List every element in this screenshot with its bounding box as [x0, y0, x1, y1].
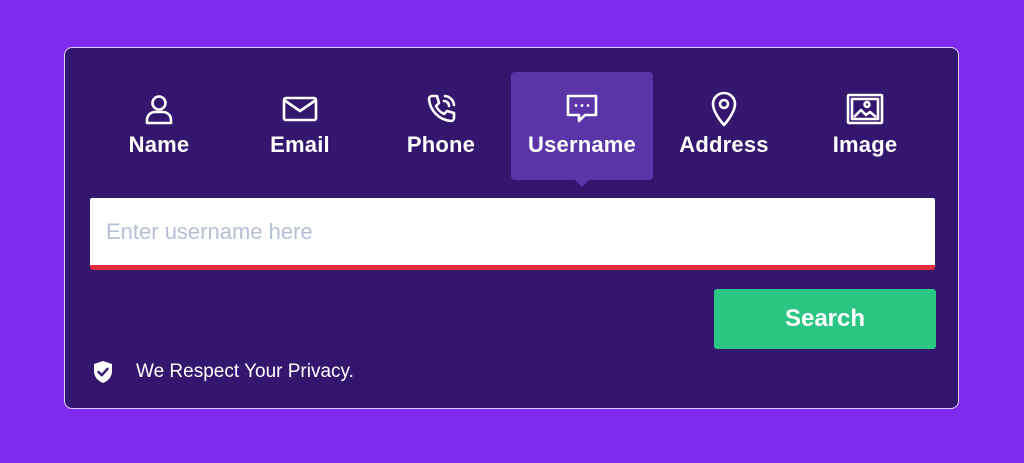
tab-label: Phone: [406, 132, 476, 157]
search-button[interactable]: Search: [714, 289, 936, 349]
chat-bubble-icon: [562, 92, 602, 126]
tab-label: Email: [270, 132, 330, 157]
tab-username[interactable]: Username: [511, 72, 653, 187]
tab-address[interactable]: Address: [653, 72, 795, 180]
tab-image[interactable]: Image: [794, 72, 936, 180]
privacy-notice: We Respect Your Privacy.: [92, 360, 354, 384]
tab-label: Username: [528, 132, 636, 157]
phone-icon: [421, 92, 461, 126]
tab-label: Image: [832, 132, 898, 157]
tab-email[interactable]: Email: [229, 72, 371, 180]
tab-phone[interactable]: Phone: [370, 72, 512, 180]
user-icon: [139, 92, 179, 126]
username-search-input[interactable]: [90, 198, 935, 270]
envelope-icon: [280, 92, 320, 126]
tab-label: Name: [128, 132, 190, 157]
shield-check-icon: [92, 360, 114, 384]
privacy-text: We Respect Your Privacy.: [136, 361, 354, 382]
map-pin-icon: [704, 91, 744, 127]
search-type-tabs: Name Email Phone Username Address Image: [88, 72, 936, 187]
tab-label: Address: [679, 132, 769, 157]
image-icon: [845, 92, 885, 126]
tab-name[interactable]: Name: [88, 72, 230, 180]
